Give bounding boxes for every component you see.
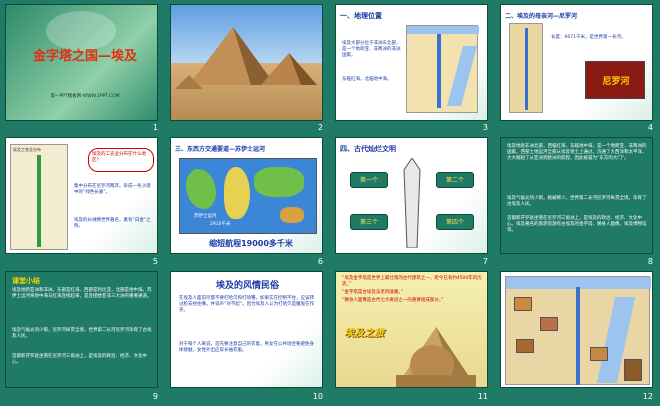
slide-5-text1: 集中分布在尼罗河两岸。形成一条沙漠中的“绿色长廊”。 [74,184,151,195]
slide-7-box1[interactable]: 第一个 [350,172,388,188]
slide-1-title: 金字塔之国—埃及 [32,49,137,64]
slide-thumbnail-5[interactable]: 埃及工农业分布 埃及的工农业分布在什么地区？ 集中分布在尼罗河两岸。形成一条沙漠… [5,137,158,254]
slide-11-line2: “金字塔是古埃及法老的陵墓。” [342,290,403,295]
slide-number-6: 6 [317,257,323,266]
pyramids-photo [175,27,317,89]
slide-7-box2-label: 第二个 [445,177,464,184]
slide-6-heading: 三、东西方交通要道—苏伊士运河 [175,146,266,153]
slide-9-text: 埃及地跨亚洲和非洲，东部是红海、西部是利比亚，北部是地中海。苏伊士运河将地中海与… [12,288,152,299]
slide-9-text2: 埃及气候炎热少雨，尼罗河纵贯全境，世界第二长河尼罗河孕育了古埃及人民。 [12,328,152,339]
slide-7-box3-label: 第三个 [359,219,378,226]
slide-11-caption: 埃及之旅 [344,328,384,339]
slide-7-box3[interactable]: 第三个 [350,214,388,230]
slide-6-label1: 苏伊士运河 [194,214,217,219]
slide-11-line1: “埃及金字塔是世界上最壮观的古代建筑之一，距今已有约4500年的历史。” [342,276,482,287]
slide-4-heading: 二、埃及的母亲河—尼罗河 [505,13,578,20]
world-map: 苏伊士运河 2910千米 [179,158,317,234]
slide-7-box4-label: 第四个 [445,219,464,226]
slide-8-text2: 埃及气候炎热少雨，植被稀少。世界第二长河尼罗河纵贯全境，孕育了古埃及人民。 [507,196,647,207]
slide-9-heading: 课堂小结 [12,277,40,285]
slide-thumbnail-3[interactable]: 一、地理位置 埃及大部分位于非洲东北部，是一个地跨亚、非两洲的非洲国家。 东临红… [335,4,488,121]
slide-number-2: 2 [317,123,323,132]
slide-thumbnail-9[interactable]: 课堂小结 埃及地跨亚洲和非洲，东部是红海、西部是利比亚，北部是地中海。苏伊士运河… [5,271,158,388]
slide-number-7: 7 [482,257,488,266]
obelisk-image [400,157,424,249]
slide-5-text2: 埃及的长绒棉世界著名，素有“白金”之称。 [74,218,151,229]
slide-6-label2: 2910千米 [210,222,231,227]
slide-number-5: 5 [152,257,158,266]
slide-5-bubble: 埃及的工农业分布在什么地区？ [88,148,154,172]
slide-7-box2[interactable]: 第二个 [436,172,474,188]
slide-number-4: 4 [647,123,653,132]
slide-11-line3: “狮身人面像是古代七大奇迹之一的重要组成部分。” [342,298,444,303]
slide-thumbnail-8[interactable]: 埃及地处非洲北部，西临红海，东临地中海，是一个地跨亚、非两洲的国家。西部土地运河… [500,137,653,254]
slide-6-caption: 缩短航程19000多千米 [209,239,293,248]
slide-8-text3: 首都新开罗就坐落在尼罗河三角洲上，是埃及的政治、经济、文化中心。埃及著名的旅游资… [507,216,647,233]
slide-5-map-title: 埃及工农业分布 [13,147,41,152]
slide-9-text3: 首都新开罗就坐落在尼罗河三角洲上，是埃及的政治、经济、文化中心。 [12,354,147,365]
nile-map [509,23,543,113]
slide-thumbnail-1[interactable]: 金字塔之国—埃及 第一PPT模板网-WWW.1PPT.COM [5,4,158,121]
slide-3-text2: 东临红海，北临地中海。 [342,77,392,82]
slide-thumbnail-4[interactable]: 二、埃及的母亲河—尼罗河 长度：6671千米，是世界第一长河。 尼罗河 [500,4,653,121]
slide-thumbnail-11[interactable]: “埃及金字塔是世界上最壮观的古代建筑之一，距今已有约4500年的历史。” “金字… [335,271,488,388]
egypt-map [406,25,479,113]
slide-4-label: 尼罗河 [602,77,630,87]
slide-number-12: 12 [642,392,653,401]
slide-4-text1: 长度：6671千米，是世界第一长河。 [551,35,626,40]
slide-thumbnail-6[interactable]: 三、东西方交通要道—苏伊士运河 苏伊士运河 2910千米 缩短航程19000多千… [170,137,323,254]
slide-5-bubble-text: 埃及的工农业分布在什么地区？ [92,152,146,163]
slide-number-9: 9 [152,392,158,401]
slide-number-11: 11 [477,392,488,401]
nile-photo: 尼罗河 [585,61,645,99]
tourism-map [505,276,651,385]
slide-thumbnail-12[interactable] [500,271,653,388]
slide-3-text1: 埃及大部分位于非洲东北部，是一个地跨亚、非两洲的非洲国家。 [342,41,401,58]
slide-7-heading: 四、古代灿烂文明 [340,145,396,153]
sphinx-image [396,327,476,387]
industry-map: 埃及工农业分布 [10,144,68,250]
slide-7-box1-label: 第一个 [359,177,378,184]
slide-10-text2: 对于每个人来说，首先要注意自己的衣着，男女在公共场合要避免身体接触，女性外出应穿… [179,342,314,353]
slide-10-heading: 埃及的风情民俗 [215,281,279,291]
slide-thumbnail-10[interactable]: 埃及的风情民俗 在埃及人面前尽量不要打哈欠和打喷嚏，如果实在控制不住，应该转过脸… [170,271,323,388]
slide-3-heading: 一、地理位置 [340,12,382,20]
slide-number-3: 3 [482,123,488,132]
slide-8-text: 埃及地处非洲北部，西临红海，东临地中海，是一个地跨亚、非两洲的国家。西部土地运河… [507,144,647,161]
slide-thumbnail-2[interactable] [170,4,323,121]
slide-7-box4[interactable]: 第四个 [436,214,474,230]
slide-number-10: 10 [312,392,323,401]
slide-sorter-grid: 金字塔之国—埃及 第一PPT模板网-WWW.1PPT.COM 1 2 一、地理位… [0,0,660,406]
slide-number-8: 8 [647,257,653,266]
slide-thumbnail-7[interactable]: 四、古代灿烂文明 第一个 第二个 第三个 第四个 [335,137,488,254]
slide-1-subtitle: 第一PPT模板网-WWW.1PPT.COM [50,94,120,99]
slide-10-text: 在埃及人面前尽量不要打哈欠和打喷嚏，如果实在控制不住，应该转过脸去捂住嘴，并说声… [179,296,315,313]
slide-number-1: 1 [152,123,158,132]
